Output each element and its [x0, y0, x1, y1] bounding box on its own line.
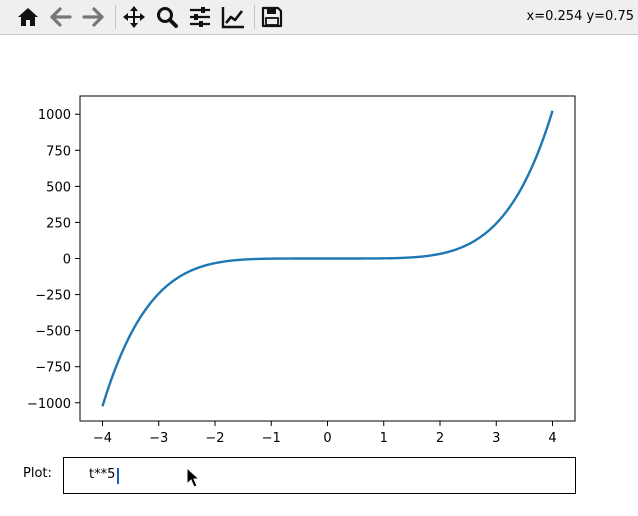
plot-expression-input[interactable]: t**5: [63, 457, 576, 494]
x-tick-label: −4: [93, 431, 112, 446]
plot-canvas[interactable]: −4 −3 −2 −1 0 1 2 3 4 −1000 −750 −500 −250 0 250 500 750…: [0, 0, 638, 516]
y-tick-label: 250: [46, 216, 71, 231]
x-tick-label: 0: [323, 431, 331, 446]
y-tick-label: −1000: [27, 397, 71, 412]
y-tick-label: 500: [46, 180, 71, 195]
y-tick-label: 750: [46, 144, 71, 159]
y-tick-label: −750: [35, 361, 71, 376]
x-tick-label: 1: [380, 431, 388, 446]
x-tick-label: 4: [548, 431, 556, 446]
x-tick-label: 3: [492, 431, 500, 446]
x-tick-label: 2: [436, 431, 444, 446]
plot-label: Plot:: [23, 466, 52, 481]
plot-expression-value: t**5: [89, 467, 116, 482]
x-tick-label: −3: [149, 431, 168, 446]
y-tick-label: −500: [35, 325, 71, 340]
text-caret: [117, 468, 119, 484]
y-tick-label: 1000: [38, 108, 71, 123]
x-tick-label: −1: [262, 431, 281, 446]
mouse-cursor-icon: [186, 467, 201, 488]
y-tick-label: −250: [35, 289, 71, 304]
x-tick-label: −2: [205, 431, 224, 446]
y-tick-label: 0: [63, 253, 71, 268]
